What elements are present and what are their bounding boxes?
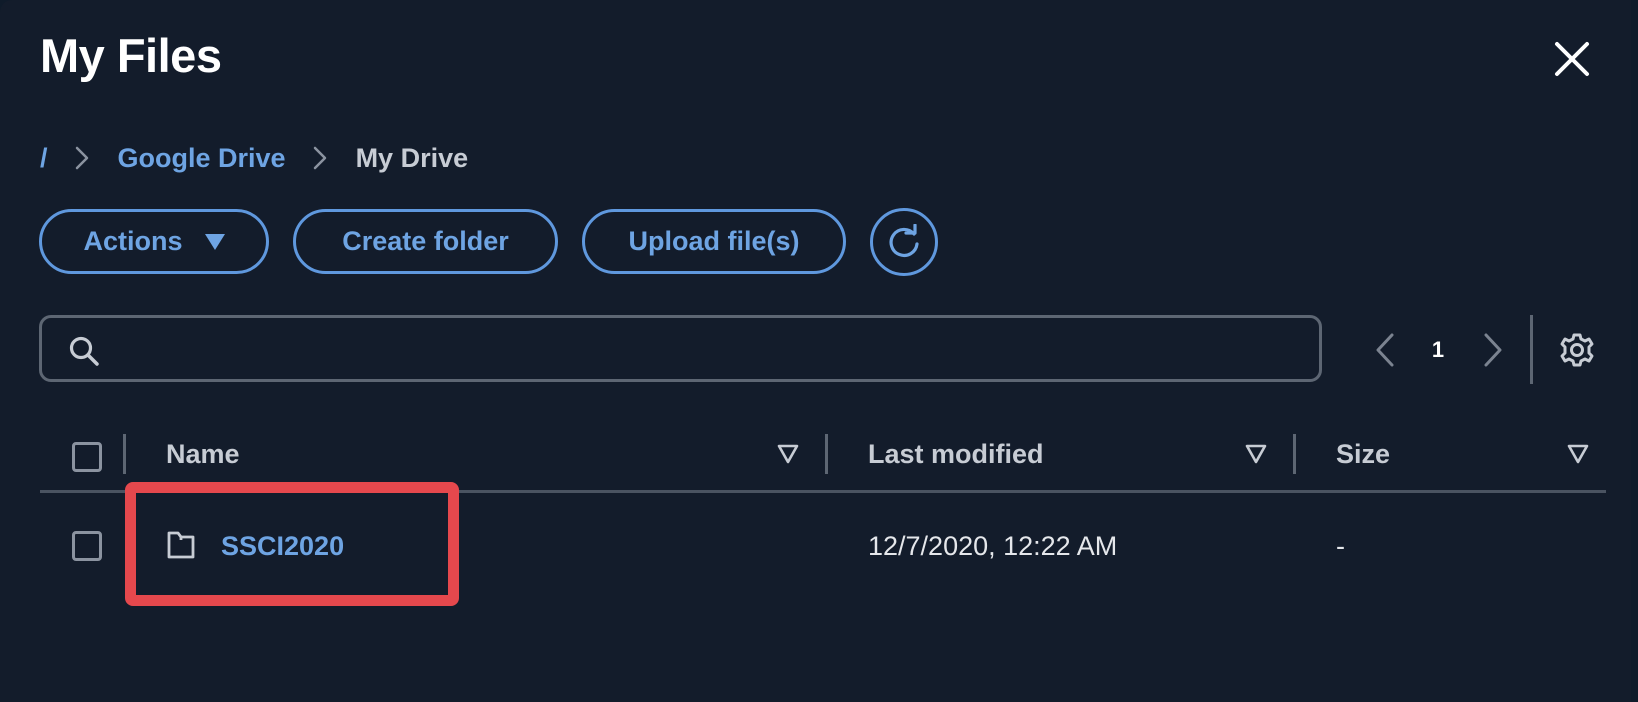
actions-label: Actions (83, 226, 183, 256)
column-divider (1293, 434, 1296, 474)
chevron-right-icon (75, 146, 88, 170)
size-cell: - (1336, 531, 1345, 561)
column-divider (123, 434, 126, 474)
dialog-title: My Files (40, 29, 222, 82)
folder-name-link[interactable]: SSCI2020 (221, 528, 344, 564)
column-header-size[interactable]: Size (1336, 436, 1390, 472)
column-header-name[interactable]: Name (166, 436, 240, 472)
toolbar-divider (1530, 315, 1533, 384)
breadcrumb-root[interactable]: / (40, 143, 48, 174)
caret-down-icon (204, 233, 225, 250)
sort-triangle-icon[interactable] (1567, 443, 1589, 465)
column-divider (825, 434, 828, 474)
search-box (39, 315, 1322, 382)
sort-triangle-icon[interactable] (777, 443, 799, 465)
my-files-dialog: My Files / Google Drive My Drive Actions… (0, 0, 1631, 702)
breadcrumb: / Google Drive My Drive (40, 140, 468, 176)
create-folder-button[interactable]: Create folder (293, 209, 558, 274)
sort-triangle-icon[interactable] (1245, 443, 1267, 465)
chevron-left-icon[interactable] (1370, 331, 1398, 369)
search-input[interactable] (117, 326, 1311, 374)
table-header-divider (40, 490, 1606, 493)
breadcrumb-my-drive: My Drive (355, 142, 469, 173)
breadcrumb-google-drive[interactable]: Google Drive (118, 143, 286, 174)
refresh-button[interactable] (870, 208, 938, 276)
chevron-right-icon (313, 146, 326, 170)
folder-icon (167, 531, 195, 559)
row-checkbox[interactable] (72, 531, 102, 561)
current-page-number[interactable]: 1 (1420, 333, 1456, 367)
gear-icon[interactable] (1558, 331, 1596, 369)
close-icon[interactable] (1549, 36, 1595, 82)
upload-files-button[interactable]: Upload file(s) (582, 209, 846, 274)
column-header-last-modified[interactable]: Last modified (868, 436, 1044, 472)
refresh-icon (889, 224, 919, 257)
search-icon (69, 336, 99, 366)
create-folder-label: Create folder (342, 226, 509, 256)
upload-files-label: Upload file(s) (628, 226, 800, 256)
actions-dropdown-button[interactable]: Actions (39, 209, 269, 274)
chevron-right-icon[interactable] (1480, 331, 1508, 369)
select-all-checkbox[interactable] (72, 442, 102, 472)
last-modified-cell: 12/7/2020, 12:22 AM (868, 531, 1118, 561)
